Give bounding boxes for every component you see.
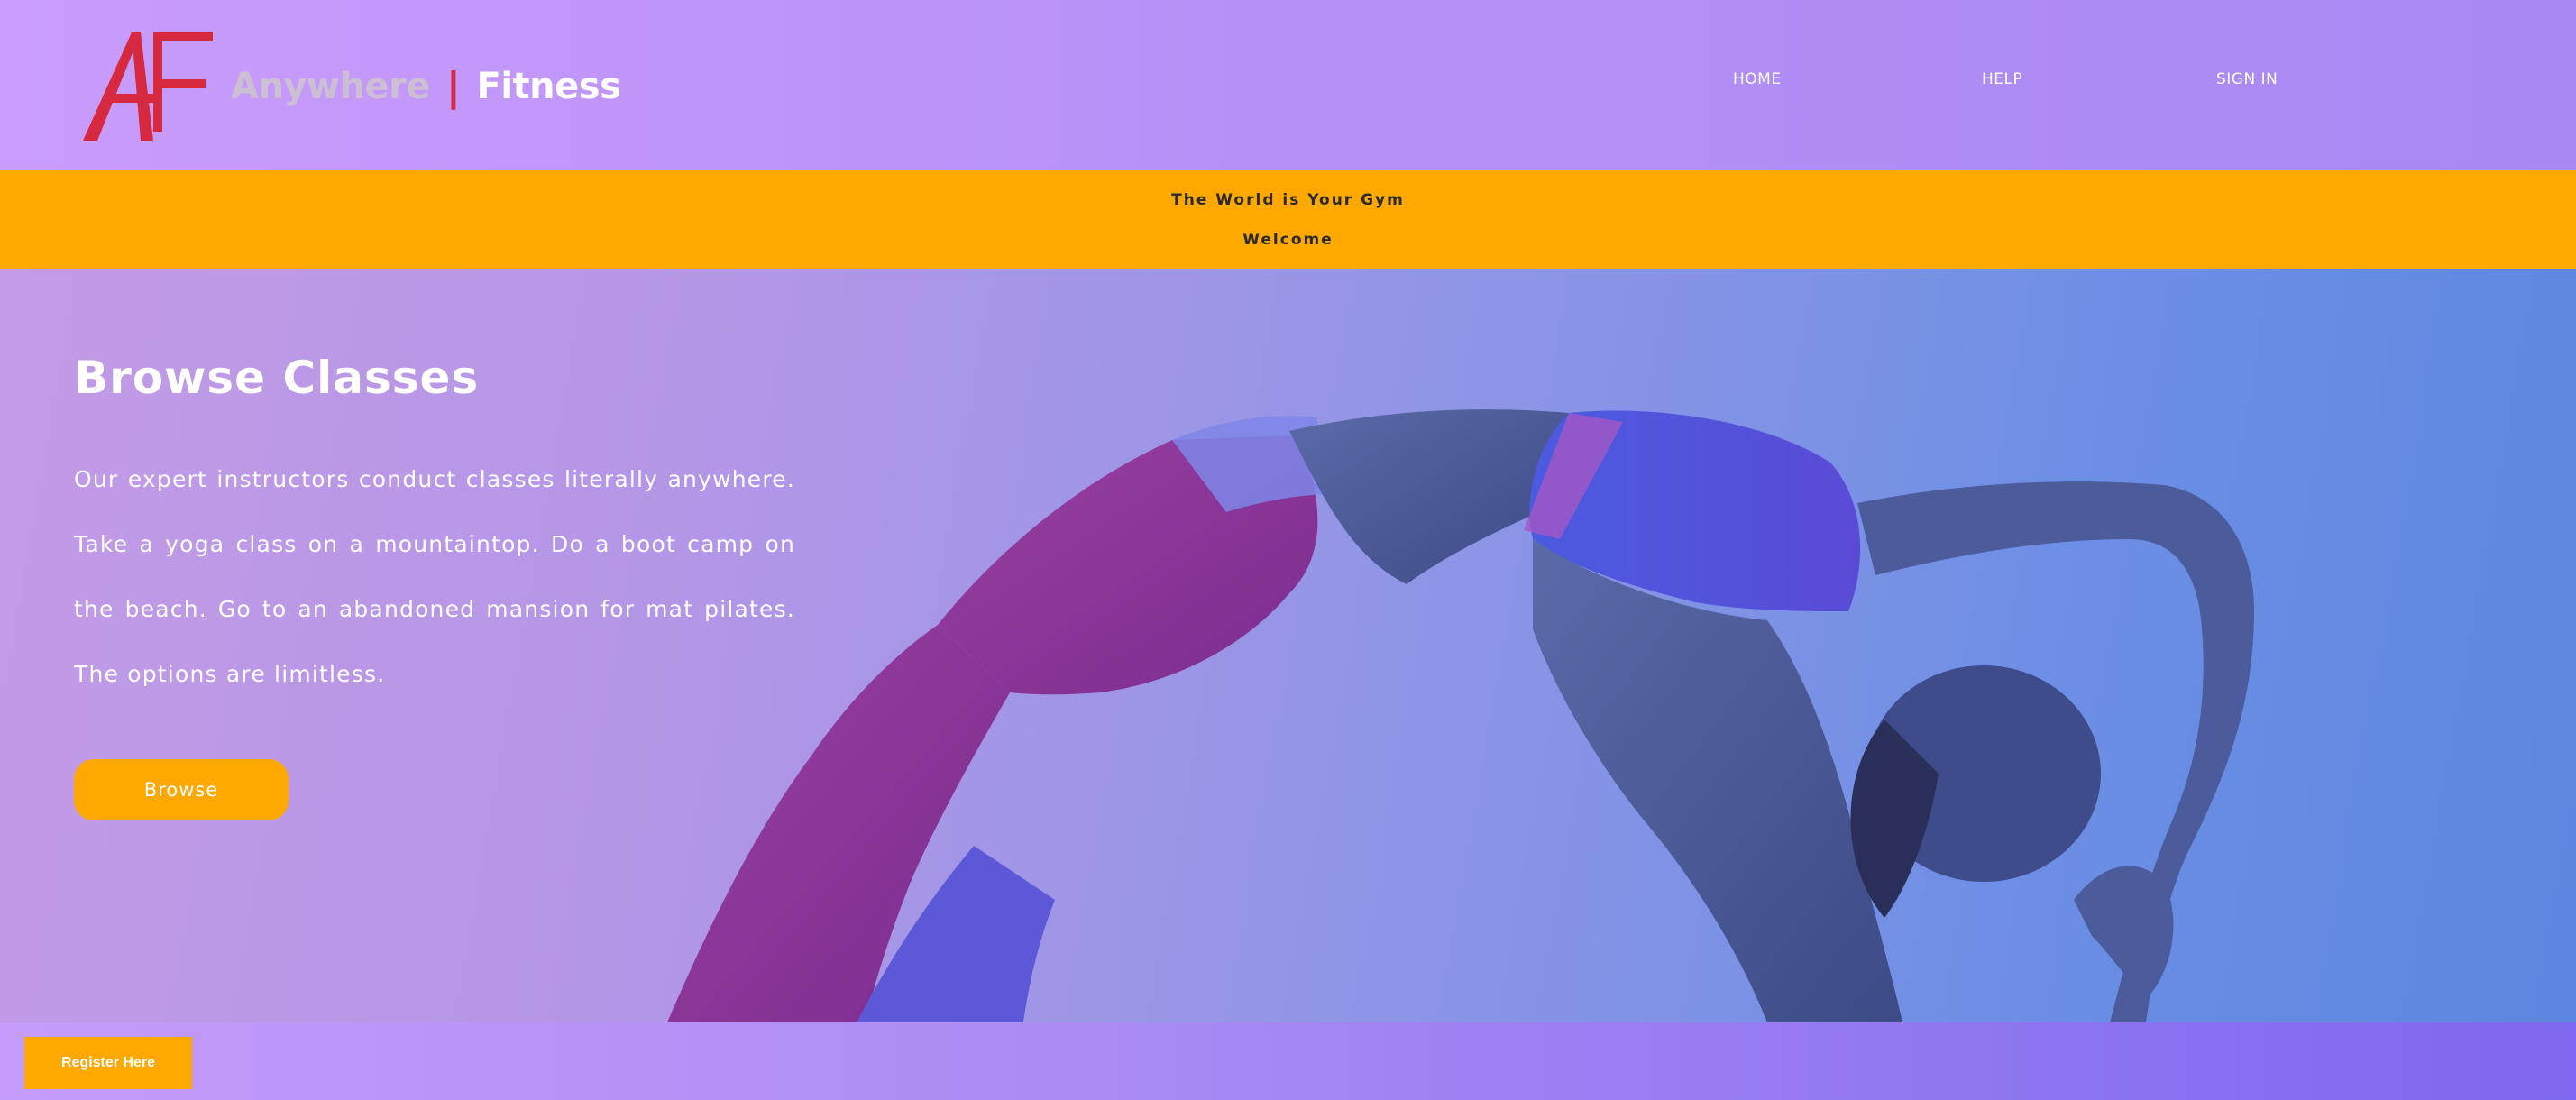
hero-description: Our expert instructors conduct classes l…	[74, 466, 795, 687]
register-button[interactable]: Register Here	[24, 1037, 192, 1089]
tagline-banner: The World is Your Gym Welcome	[0, 170, 2576, 269]
brand-name[interactable]: Anywhere | Fitness	[231, 60, 621, 114]
hero-title: Browse Classes	[74, 352, 480, 404]
hero-section: Browse Classes Our expert instructors co…	[0, 269, 2576, 1022]
brand-anywhere: Anywhere	[231, 66, 430, 107]
browse-button[interactable]: Browse	[74, 759, 289, 820]
banner-welcome: Welcome	[1242, 231, 1334, 249]
site-footer: Register Here	[0, 1022, 2576, 1100]
site-header: Anywhere | Fitness HOME HELP SIGN IN	[0, 0, 2576, 170]
af-logo-icon[interactable]	[78, 29, 218, 141]
nav-home-link[interactable]: HOME	[1733, 70, 1782, 88]
nav-help-link[interactable]: HELP	[1982, 70, 2022, 88]
brand-fitness: Fitness	[476, 66, 621, 107]
banner-tagline: The World is Your Gym	[1171, 191, 1405, 209]
brand-separator: |	[445, 63, 461, 110]
nav-sign-in-link[interactable]: SIGN IN	[2216, 70, 2278, 88]
